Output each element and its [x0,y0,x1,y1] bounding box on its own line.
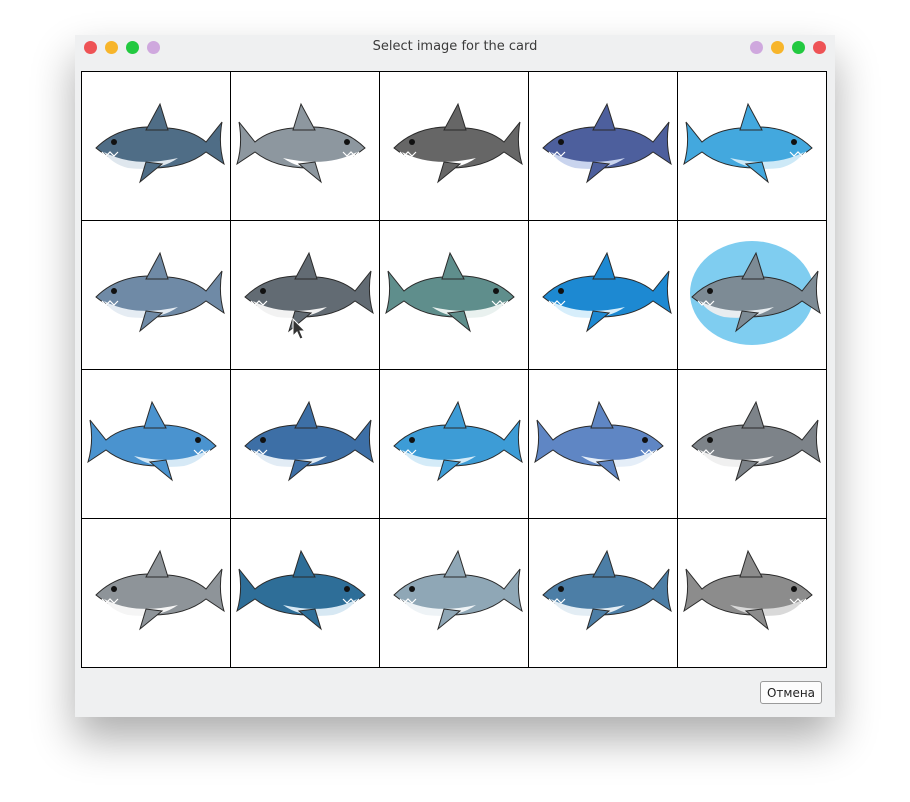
shark-image [95,251,225,333]
shark-image [95,102,225,184]
shark-image [87,400,217,482]
window-minimize-button-right[interactable] [771,41,784,54]
shark-image [236,102,366,184]
image-grid [81,71,827,668]
image-cell[interactable] [529,519,677,667]
shark-image [534,400,664,482]
image-cell[interactable] [380,72,528,220]
shark-image [542,549,672,631]
shark-image [244,400,374,482]
title-bar: Select image for the card [75,35,835,60]
image-cell[interactable] [231,221,379,369]
shark-image [542,102,672,184]
image-cell[interactable] [529,221,677,369]
image-cell[interactable] [82,221,230,369]
shark-image [691,400,821,482]
shark-image [236,549,366,631]
shark-image [393,400,523,482]
shark-image [690,241,821,345]
image-cell[interactable] [529,72,677,220]
shark-image [385,251,515,333]
image-cell[interactable] [82,370,230,518]
window-title: Select image for the card [372,39,538,54]
image-cell[interactable] [678,221,826,369]
image-cell[interactable] [231,72,379,220]
image-cell[interactable] [678,370,826,518]
shark-image [393,102,523,184]
cancel-button[interactable]: Отмена [760,681,822,704]
dialog-window: Select image for the card Отмена [75,35,835,717]
image-cell[interactable] [82,72,230,220]
shark-image [683,549,813,631]
shark-image [683,102,813,184]
shark-image [244,251,374,333]
image-cell[interactable] [380,221,528,369]
window-close-button-right[interactable] [813,41,826,54]
image-cell[interactable] [82,519,230,667]
shark-image [95,549,225,631]
image-cell[interactable] [380,370,528,518]
image-cell[interactable] [231,519,379,667]
window-maximize-button-right[interactable] [792,41,805,54]
image-cell[interactable] [678,72,826,220]
image-cell[interactable] [678,519,826,667]
image-cell[interactable] [529,370,677,518]
window-extra-button-right[interactable] [750,41,763,54]
mouse-cursor-icon [292,318,306,340]
image-cell[interactable] [380,519,528,667]
shark-image [542,251,672,333]
shark-image [393,549,523,631]
image-cell[interactable] [231,370,379,518]
